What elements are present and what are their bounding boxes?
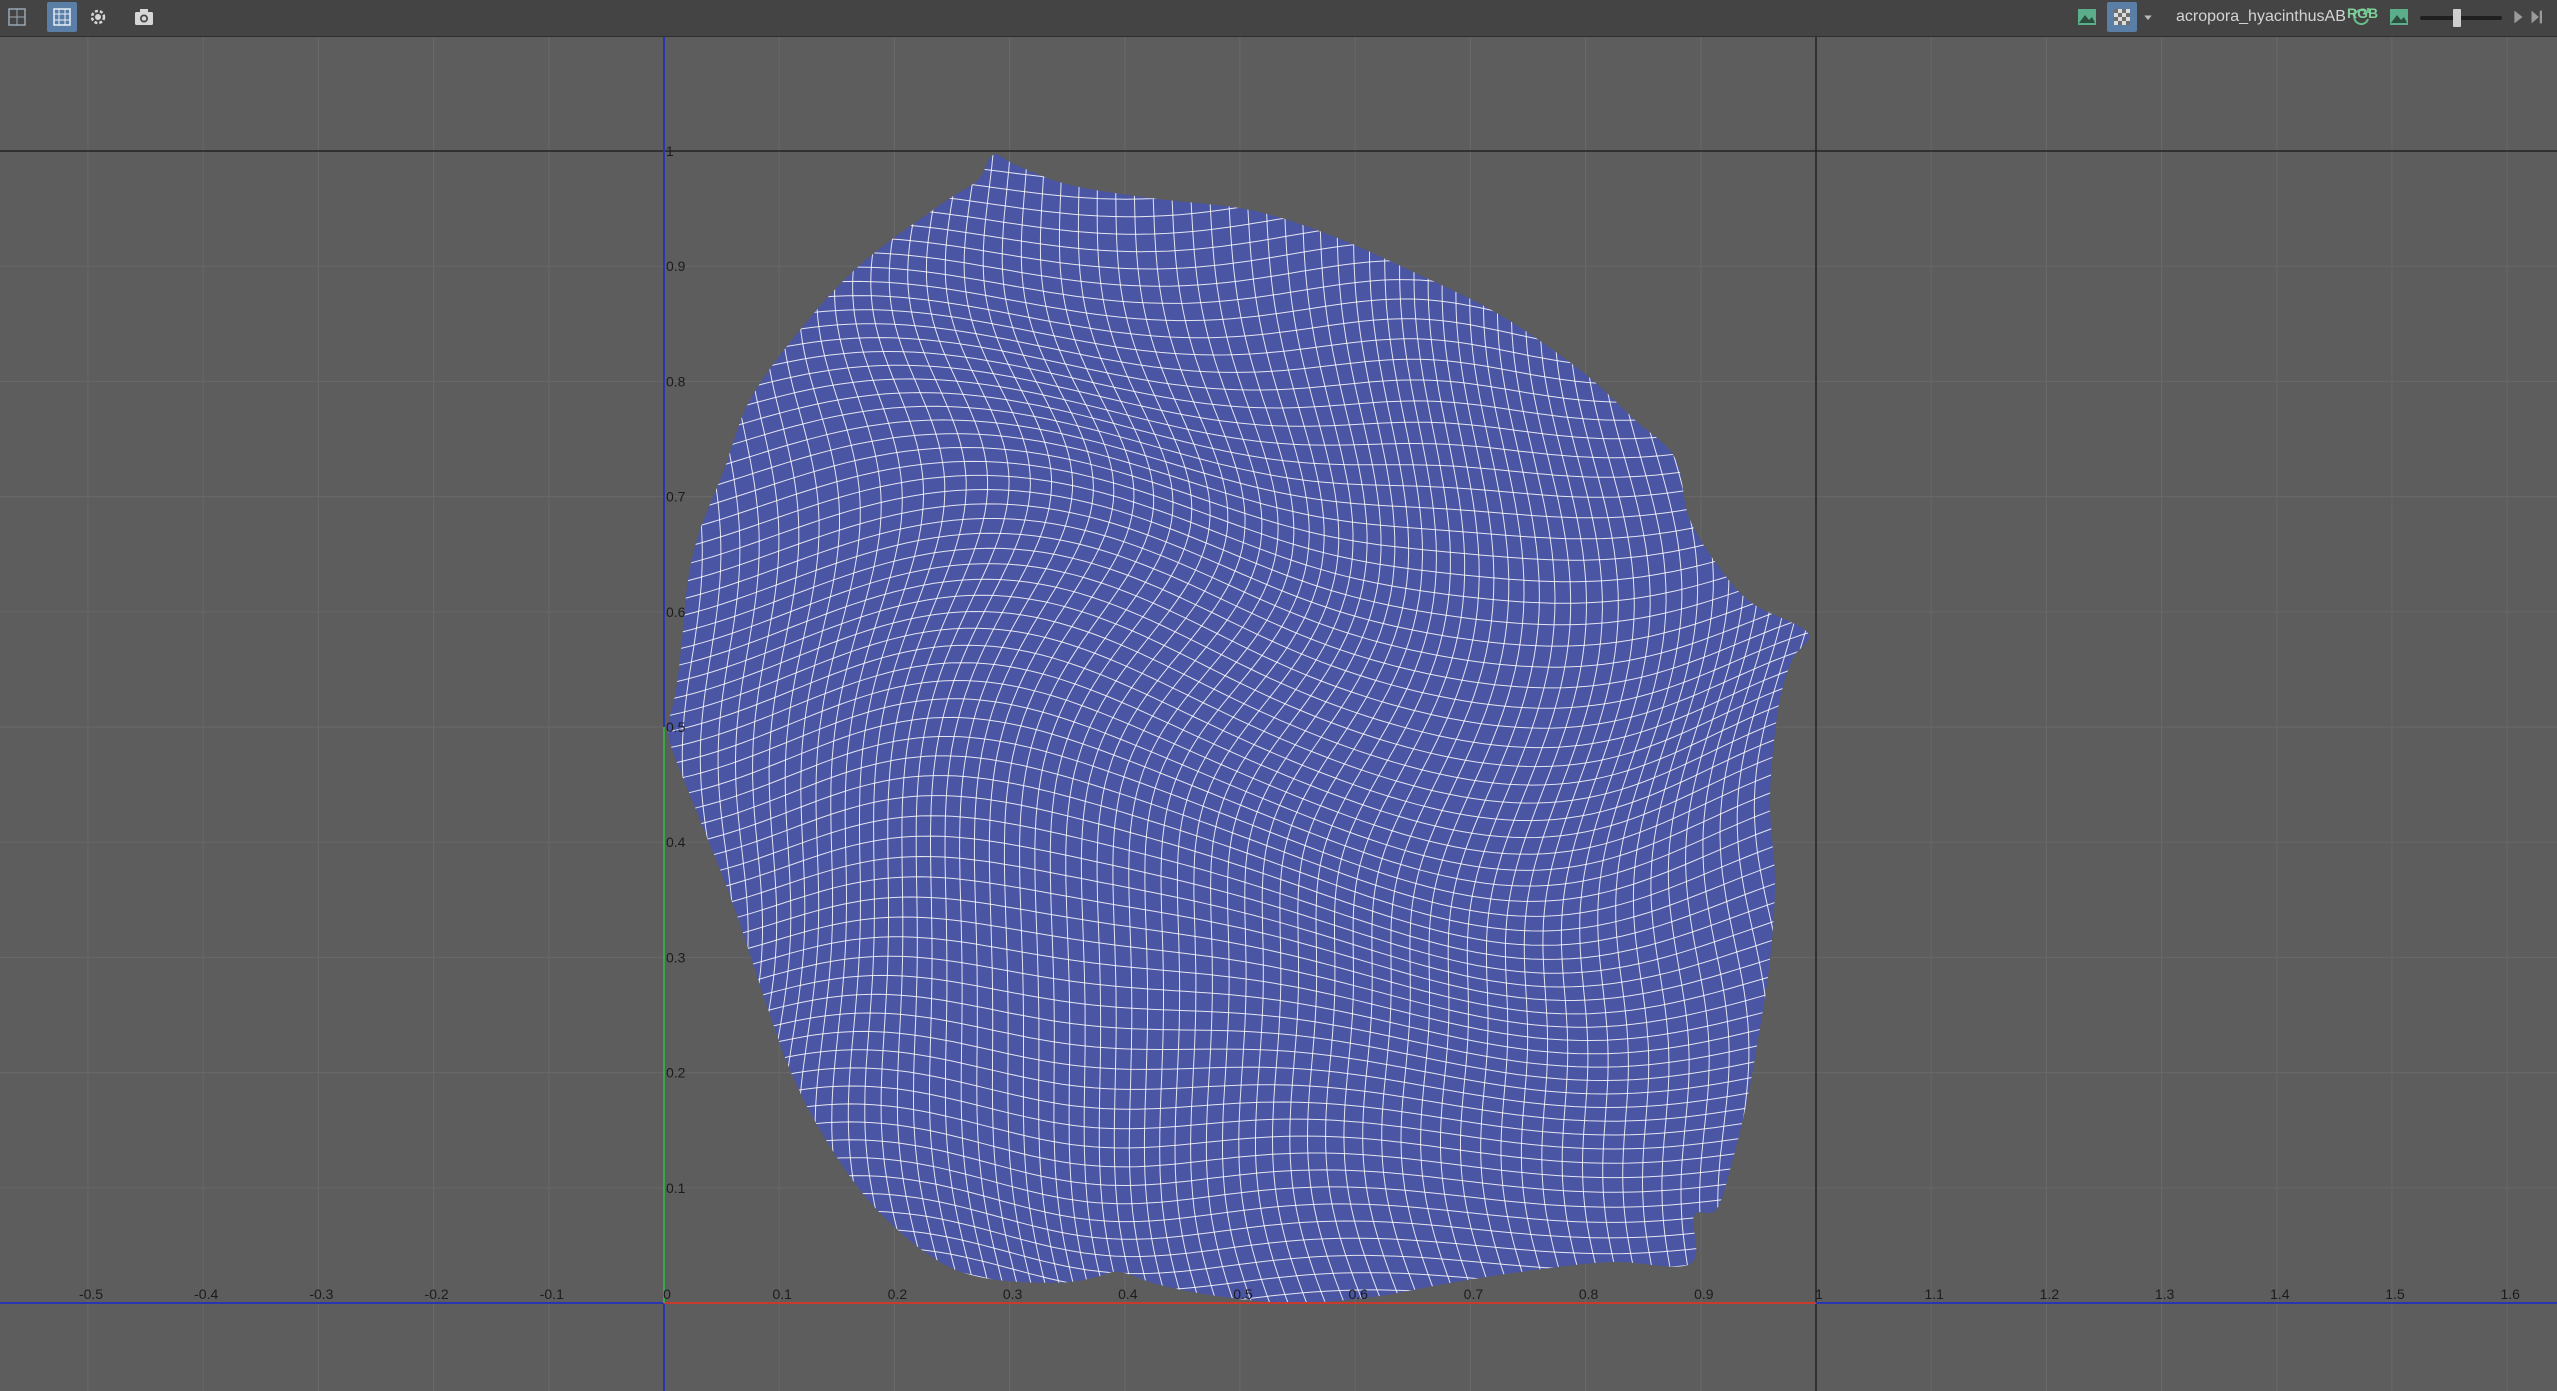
uv-viewport[interactable]: -0.5 -0.4 -0.3 -0.2 -0.1 0 0.1 0.2 0.3 0.4 0.5 0.6 0…: [0, 37, 2557, 1391]
u-axis-tick-label: 1.3: [2155, 1286, 2175, 1302]
u-axis-tick-label: -0.3: [309, 1286, 333, 1302]
u-axis-tick-label: 0.3: [1003, 1286, 1023, 1302]
play-button[interactable]: [2508, 2, 2528, 32]
u-axis-tick-label: -0.1: [540, 1286, 564, 1302]
end-button[interactable]: [2527, 2, 2547, 32]
v-axis-tick-label: 0.6: [666, 604, 686, 620]
checker-button[interactable]: [2107, 2, 2137, 32]
checker-icon: [2114, 9, 2130, 25]
uv-editor-toolbar: acropora_hyacinthusAB RGB: [0, 0, 2557, 37]
u-axis-tick-label: 1.2: [2040, 1286, 2060, 1302]
v-axis-tick-label: 1: [666, 143, 674, 159]
uv-editor-icon: [8, 8, 26, 26]
v-axis-tick-label: 0.7: [666, 489, 686, 505]
u-axis-tick-label: -0.5: [79, 1286, 103, 1302]
u-axis-tick-label: 0.2: [888, 1286, 908, 1302]
gear-icon: [90, 9, 106, 25]
snapshot-button[interactable]: [129, 2, 159, 32]
u-axis-tick-label: 0.9: [1694, 1286, 1714, 1302]
image-icon: [2390, 9, 2408, 25]
grid-icon: [53, 8, 71, 26]
u-axis-tick-label: 0.6: [1348, 1286, 1368, 1302]
u-axis-tick-label: -0.4: [194, 1286, 218, 1302]
exposure-slider-track: [2420, 16, 2502, 20]
exposure-slider[interactable]: [2420, 9, 2502, 27]
image-display-icon: [2078, 9, 2096, 25]
u-axis-tick-label: 1.4: [2270, 1286, 2290, 1302]
v-axis-tick-label: 0.1: [666, 1180, 686, 1196]
image-display-button[interactable]: [2072, 2, 2102, 32]
exposure-slider-handle[interactable]: [2453, 9, 2461, 27]
uv-set-name[interactable]: acropora_hyacinthusAB: [2176, 8, 2346, 26]
play-icon: [2514, 10, 2523, 24]
u-axis-tick-label: 0.1: [772, 1286, 792, 1302]
end-icon: [2531, 10, 2542, 24]
u-axis-tick-label: 0.4: [1118, 1286, 1138, 1302]
v-axis-tick-label: 0.3: [666, 949, 686, 965]
v-axis-tick-label: 0.5: [666, 719, 686, 735]
u-axis-tick-label: 0.8: [1579, 1286, 1599, 1302]
u-axis-tick-label: 1.1: [1924, 1286, 1944, 1302]
u-axis-tick-label: 1.5: [2385, 1286, 2405, 1302]
grid-toggle-button[interactable]: [47, 2, 77, 32]
camera-icon: [135, 9, 153, 25]
v-axis-tick-label: 0.8: [666, 373, 686, 389]
u-axis-tick-label: 1.6: [2500, 1286, 2520, 1302]
dropdown-arrow-icon: [2144, 15, 2152, 20]
v-axis-tick-label: 0.2: [666, 1065, 686, 1081]
uv-editor-button[interactable]: [2, 2, 32, 32]
u-axis-tick-label: 1: [1815, 1286, 1823, 1302]
v-axis-tick-label: 0.9: [666, 258, 686, 274]
display-options-dropdown[interactable]: [2140, 2, 2156, 32]
u-axis-tick-label: 0.5: [1233, 1286, 1253, 1302]
u-axis-tick-label: -0.2: [425, 1286, 449, 1302]
image-button[interactable]: [2384, 2, 2414, 32]
u-axis-tick-label: 0.7: [1464, 1286, 1484, 1302]
u-axis-tick-label: 0: [663, 1286, 671, 1302]
rgb-channel-label[interactable]: RGB: [2347, 5, 2378, 21]
settings-button[interactable]: [83, 2, 113, 32]
v-axis-tick-label: 0.4: [666, 834, 686, 850]
